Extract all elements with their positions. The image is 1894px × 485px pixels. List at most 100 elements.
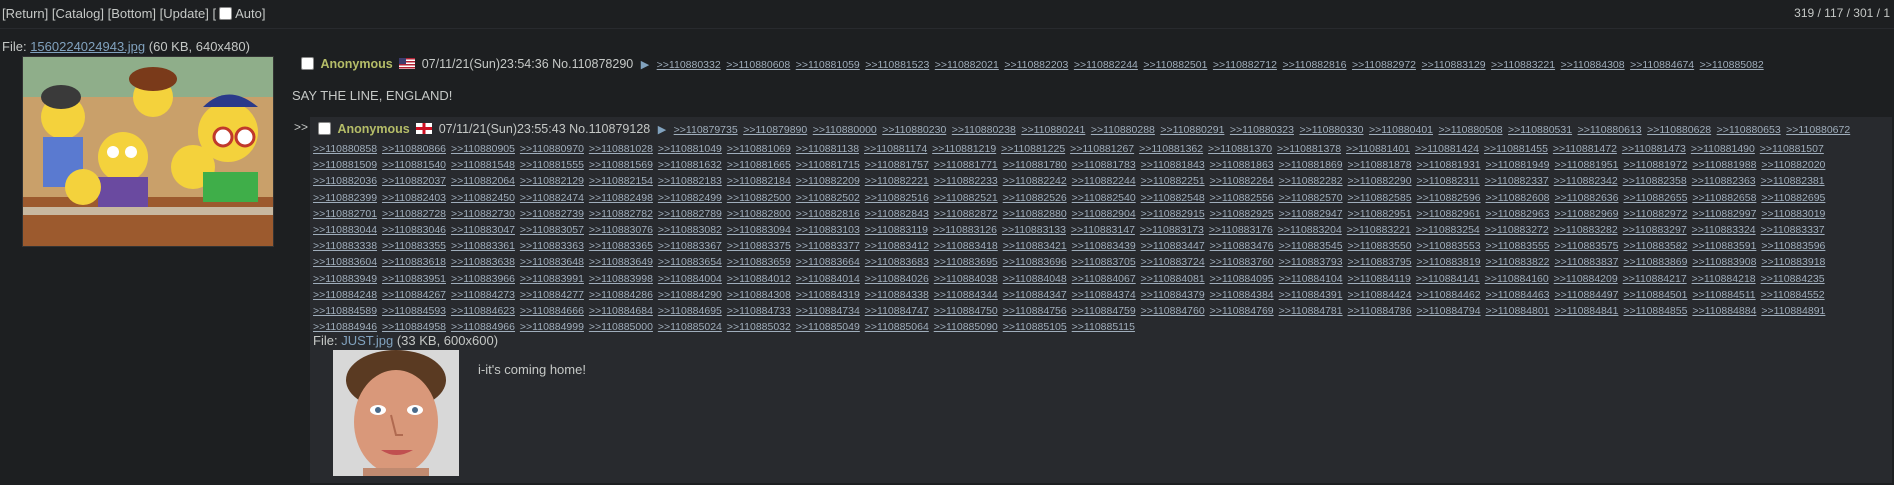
backlink[interactable]: >>110881949 bbox=[1485, 159, 1549, 171]
update-link[interactable]: Update bbox=[163, 6, 205, 21]
backlink[interactable]: >>110882658 bbox=[1692, 192, 1756, 204]
backlink[interactable]: >>110884012 bbox=[727, 273, 791, 285]
backlink[interactable]: >>110883173 bbox=[1140, 224, 1204, 236]
backlink[interactable]: >>110884267 bbox=[382, 289, 446, 301]
backlink[interactable]: >>110880672 bbox=[1786, 124, 1850, 136]
backlink[interactable]: >>110883019 bbox=[1761, 208, 1825, 220]
backlink[interactable]: >>110882963 bbox=[1485, 208, 1549, 220]
backlink[interactable]: >>110881490 bbox=[1691, 143, 1755, 155]
backlink[interactable]: >>110880401 bbox=[1369, 124, 1433, 136]
backlink[interactable]: >>110883555 bbox=[1485, 240, 1549, 252]
backlink[interactable]: >>110883076 bbox=[589, 224, 653, 236]
reply-select-checkbox[interactable] bbox=[318, 122, 331, 135]
backlink[interactable]: >>110881771 bbox=[934, 159, 998, 171]
backlink[interactable]: >>110882064 bbox=[451, 175, 515, 187]
backlink[interactable]: >>110881555 bbox=[520, 159, 584, 171]
backlink[interactable]: >>110883439 bbox=[1072, 240, 1136, 252]
backlink[interactable]: >>110884781 bbox=[1279, 305, 1343, 317]
backlink[interactable]: >>110883046 bbox=[382, 224, 446, 236]
backlink[interactable]: >>110884248 bbox=[313, 289, 377, 301]
backlink[interactable]: >>110883221 bbox=[1491, 59, 1555, 71]
backlink[interactable]: >>110882244 bbox=[1072, 175, 1136, 187]
backlink[interactable]: >>110882203 bbox=[1004, 59, 1068, 71]
backlink[interactable]: >>110881401 bbox=[1346, 143, 1410, 155]
backlink[interactable]: >>110880332 bbox=[657, 59, 721, 71]
backlink[interactable]: >>110882782 bbox=[589, 208, 653, 220]
backlink[interactable]: >>110882501 bbox=[1143, 59, 1207, 71]
backlink[interactable]: >>110882608 bbox=[1485, 192, 1549, 204]
backlink[interactable]: >>110882036 bbox=[313, 175, 377, 187]
backlink[interactable]: >>110883094 bbox=[727, 224, 791, 236]
backlink[interactable]: >>110884734 bbox=[796, 305, 860, 317]
backlink[interactable]: >>110880531 bbox=[1508, 124, 1572, 136]
backlink[interactable]: >>110884048 bbox=[1003, 273, 1067, 285]
backlink[interactable]: >>110883949 bbox=[313, 273, 377, 285]
backlink[interactable]: >>110884160 bbox=[1485, 273, 1549, 285]
backlink[interactable]: >>110883082 bbox=[658, 224, 722, 236]
backlink[interactable]: >>110883126 bbox=[933, 224, 997, 236]
backlink[interactable]: >>110881972 bbox=[1623, 159, 1687, 171]
backlink[interactable]: >>110883908 bbox=[1692, 256, 1756, 268]
backlink[interactable]: >>110881028 bbox=[589, 143, 653, 155]
backlink[interactable]: >>110882521 bbox=[934, 192, 998, 204]
backlink[interactable]: >>110881783 bbox=[1072, 159, 1136, 171]
backlink[interactable]: >>110881509 bbox=[313, 159, 377, 171]
backlink[interactable]: >>110883418 bbox=[934, 240, 998, 252]
backlink[interactable]: >>110882800 bbox=[727, 208, 791, 220]
backlink[interactable]: >>110884319 bbox=[796, 289, 860, 301]
backlink[interactable]: >>110883377 bbox=[796, 240, 860, 252]
backlink[interactable]: >>110882403 bbox=[382, 192, 446, 204]
backlink[interactable]: >>110882264 bbox=[1210, 175, 1274, 187]
backlink[interactable]: >>110881370 bbox=[1208, 143, 1272, 155]
backlink[interactable]: >>110884855 bbox=[1623, 305, 1687, 317]
backlink[interactable]: >>110884966 bbox=[451, 321, 515, 333]
backlink[interactable]: >>110882499 bbox=[658, 192, 722, 204]
backlink[interactable]: >>110883129 bbox=[1422, 59, 1486, 71]
backlink[interactable]: >>110884209 bbox=[1554, 273, 1618, 285]
backlink[interactable]: >>110881472 bbox=[1553, 143, 1617, 155]
backlink[interactable]: >>110881378 bbox=[1277, 143, 1341, 155]
backlink[interactable]: >>110883582 bbox=[1623, 240, 1687, 252]
backlink[interactable]: >>110883553 bbox=[1417, 240, 1481, 252]
backlink[interactable]: >>110881869 bbox=[1279, 159, 1343, 171]
backlink[interactable]: >>110880970 bbox=[520, 143, 584, 155]
backlink[interactable]: >>110885090 bbox=[934, 321, 998, 333]
backlink[interactable]: >>110884462 bbox=[1417, 289, 1481, 301]
backlink[interactable]: >>110883324 bbox=[1692, 224, 1756, 236]
backlink[interactable]: >>110882500 bbox=[727, 192, 791, 204]
backlink[interactable]: >>110883375 bbox=[727, 240, 791, 252]
backlink[interactable]: >>110883638 bbox=[451, 256, 515, 268]
backlink[interactable]: >>110882540 bbox=[1072, 192, 1136, 204]
backlink[interactable]: >>110880291 bbox=[1160, 124, 1224, 136]
op-post-number[interactable]: No.110878290 bbox=[552, 57, 633, 71]
backlink[interactable]: >>110884759 bbox=[1072, 305, 1136, 317]
backlink[interactable]: >>110884308 bbox=[1561, 59, 1625, 71]
reply-post-number[interactable]: No.110879128 bbox=[569, 122, 650, 136]
backlink[interactable]: >>110884760 bbox=[1141, 305, 1205, 317]
backlink[interactable]: >>110883447 bbox=[1141, 240, 1205, 252]
backlink[interactable]: >>110883057 bbox=[520, 224, 584, 236]
backlink[interactable]: >>110882363 bbox=[1692, 175, 1756, 187]
backlink[interactable]: >>110882282 bbox=[1279, 175, 1343, 187]
backlink[interactable]: >>110884277 bbox=[520, 289, 584, 301]
backlink[interactable]: >>110884235 bbox=[1761, 273, 1825, 285]
backlink[interactable]: >>110884141 bbox=[1416, 273, 1480, 285]
backlink[interactable]: >>110880241 bbox=[1021, 124, 1085, 136]
backlink[interactable]: >>110882020 bbox=[1761, 159, 1825, 171]
backlink[interactable]: >>110881059 bbox=[796, 59, 860, 71]
backlink[interactable]: >>110880905 bbox=[451, 143, 515, 155]
backlink[interactable]: >>110883204 bbox=[1278, 224, 1342, 236]
backlink[interactable]: >>110881951 bbox=[1554, 159, 1618, 171]
backlink[interactable]: >>110883363 bbox=[520, 240, 584, 252]
backlink[interactable]: >>110880288 bbox=[1091, 124, 1155, 136]
backlink[interactable]: >>110880508 bbox=[1439, 124, 1503, 136]
backlink[interactable]: >>110879735 bbox=[674, 124, 738, 136]
reply-image-thumbnail[interactable] bbox=[333, 350, 459, 476]
backlink[interactable]: >>110880608 bbox=[726, 59, 790, 71]
backlink[interactable]: >>110882233 bbox=[934, 175, 998, 187]
backlink[interactable]: >>110881843 bbox=[1141, 159, 1205, 171]
backlink[interactable]: >>110883654 bbox=[658, 256, 722, 268]
backlink[interactable]: >>110882843 bbox=[865, 208, 929, 220]
backlink[interactable]: >>110882450 bbox=[451, 192, 515, 204]
backlink[interactable]: >>110884463 bbox=[1485, 289, 1549, 301]
